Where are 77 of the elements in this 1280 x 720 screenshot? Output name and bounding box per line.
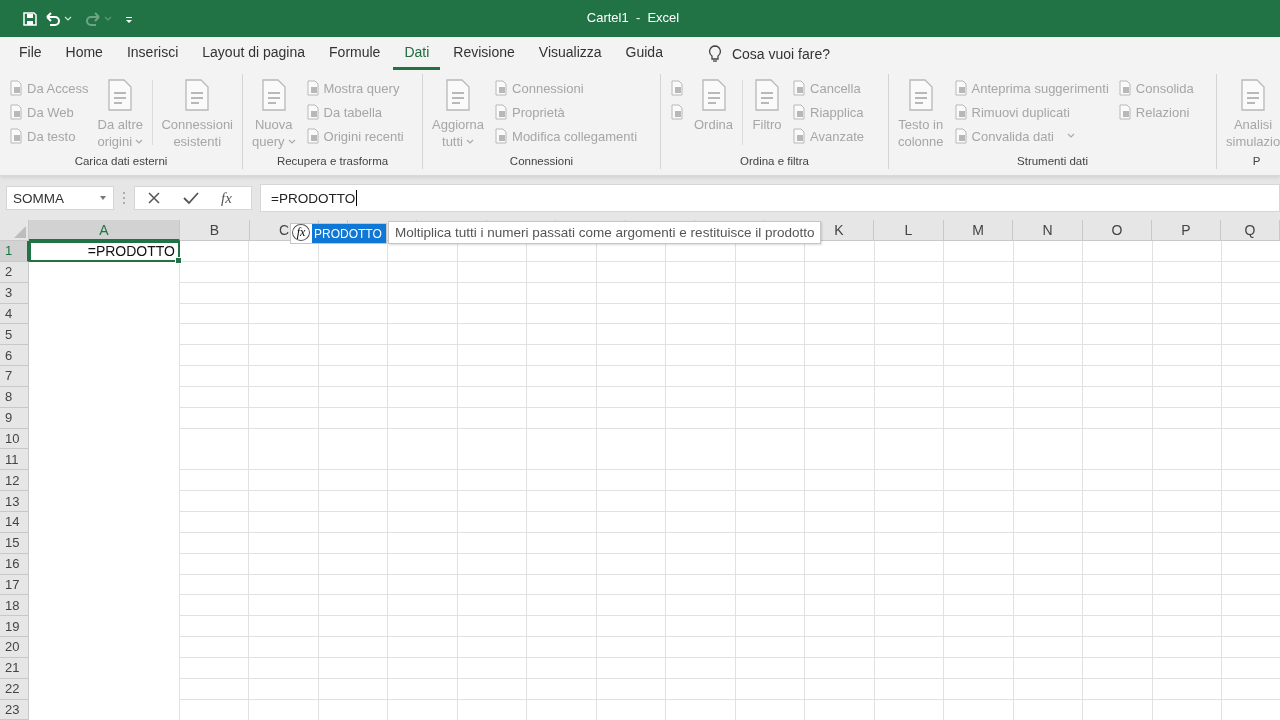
caret-icon[interactable] [64,15,72,22]
ribbon-tab[interactable]: Guida [614,37,674,70]
row-header[interactable]: 14 [0,511,29,533]
column-header[interactable]: A [29,220,180,241]
row-header[interactable]: 10 [0,428,29,450]
row-header[interactable]: 4 [0,303,29,325]
undo-icon[interactable] [44,10,62,27]
document-icon [493,104,510,120]
document-icon [304,128,321,144]
document-icon [304,104,321,120]
group-label: Ordina e filtra [739,155,810,169]
document-icon [443,78,473,112]
row-header[interactable]: 15 [0,532,29,554]
document-icon [8,104,24,120]
name-box[interactable]: SOMMA [6,186,114,210]
row-header[interactable]: 2 [0,261,29,283]
document-icon [1116,104,1133,120]
ribbon-tab[interactable]: Formule [318,37,392,70]
ribbon-tab[interactable]: File [8,37,53,70]
row-header[interactable]: 16 [0,553,29,575]
group-label: Carica dati esterni [73,155,169,169]
group-label: Recupera e trasforma [275,155,390,169]
ribbon-tab[interactable]: Home [54,37,114,70]
row-header[interactable]: 1 [0,241,29,262]
ribbon-tab[interactable]: Layout di pagina [191,37,317,70]
document-icon [304,80,321,96]
document-icon [493,80,510,96]
row-header[interactable]: 18 [0,595,29,617]
function-tooltip: Moltiplica tutti i numeri passati come argomenti e restituisce il prodotto [388,221,822,244]
row-header[interactable]: 20 [0,637,29,658]
row-header[interactable]: 12 [0,470,29,492]
fill-handle[interactable] [175,256,182,264]
document-icon [493,128,510,144]
document-icon [669,80,685,96]
row-header[interactable]: 6 [0,345,29,367]
ribbon-tab[interactable]: Visualizza [527,37,613,70]
document-icon [1116,80,1133,96]
row-header[interactable]: 3 [0,282,29,304]
row-header[interactable]: 19 [0,616,29,638]
row-header[interactable]: 11 [0,449,29,471]
document-icon [791,104,808,120]
check-icon[interactable] [183,191,199,205]
row-header[interactable]: 22 [0,678,29,700]
row-header[interactable]: 23 [0,699,29,720]
document-icon [952,80,969,96]
ribbon-tab[interactable]: Revisione [442,37,526,70]
document-icon [952,104,969,120]
tell-me-field[interactable]: Cosa vuoi fare? [701,43,836,64]
caret-icon[interactable] [99,195,107,201]
row-header[interactable]: 21 [0,657,29,679]
row-header[interactable]: 9 [0,407,29,429]
save-icon[interactable] [22,10,38,27]
group-label: Connessioni [508,155,575,169]
table-cell[interactable]: =PRODOTTO [29,241,180,262]
row-header[interactable]: 8 [0,386,29,408]
close-icon[interactable] [147,191,161,205]
row-header[interactable]: 17 [0,574,29,596]
grip-icon [122,191,126,205]
autocomplete-item[interactable]: PRODOTTO [312,224,386,243]
document-icon [669,104,685,120]
document-icon [8,128,24,144]
insert-function-button[interactable]: fx [221,189,232,207]
row-header[interactable]: 7 [0,366,29,387]
lightbulb-icon [707,44,722,63]
document-icon [791,80,808,96]
group-label: Strumenti dati [1016,155,1089,169]
ribbon-tab[interactable]: Inserisci [115,37,190,70]
window-title: Cartel1 - Excel [586,10,680,25]
group-label: P [1251,155,1262,169]
triangle-icon [14,226,26,238]
row-header[interactable]: 5 [0,324,29,346]
row-header[interactable]: 13 [0,491,29,512]
document-icon [952,128,969,144]
text-cursor [356,190,358,206]
document-icon [8,80,24,96]
formula-input[interactable]: =PRODOTTO [260,184,1280,212]
document-icon [791,128,808,144]
